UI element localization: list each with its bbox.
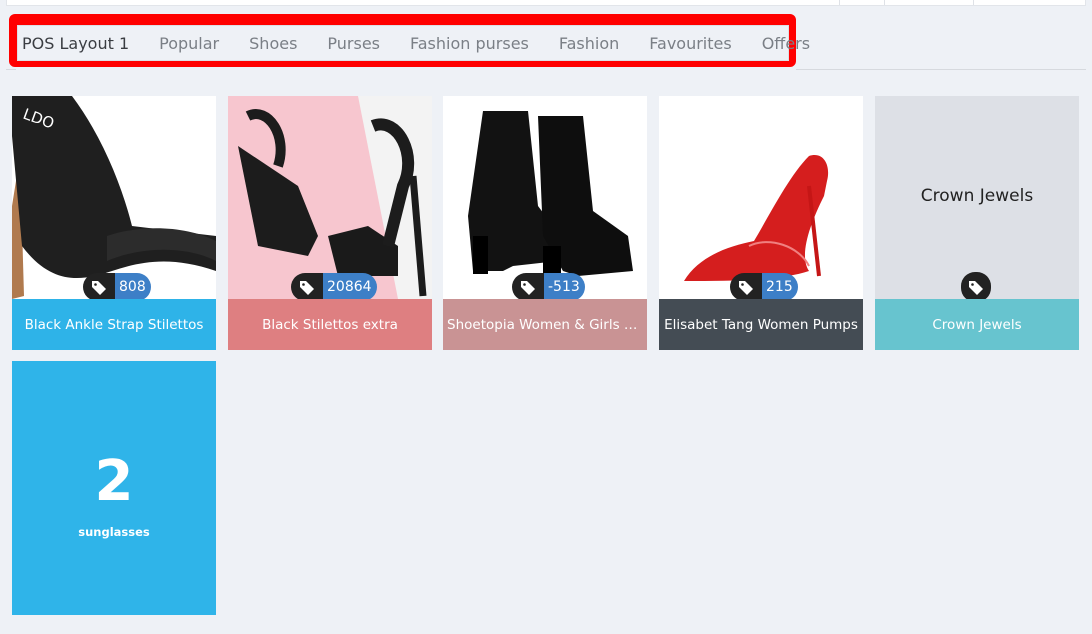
category-count: 2 (94, 449, 134, 514)
price-badge: -513 (512, 273, 585, 301)
toolbar-divider (839, 0, 840, 5)
product-image (659, 96, 863, 299)
toolbar-divider (884, 0, 885, 5)
tab-offers[interactable]: Offers (762, 34, 810, 53)
tabs-underline (6, 69, 16, 70)
product-title: Crown Jewels (920, 186, 1034, 206)
tag-icon[interactable] (512, 273, 544, 301)
tag-icon[interactable] (961, 272, 991, 302)
product-name: Crown Jewels (932, 316, 1022, 333)
product-name: Black Ankle Strap Stilettos (24, 316, 204, 333)
category-tile-sunglasses[interactable]: 2 sunglasses (12, 361, 216, 615)
badge-value: -513 (544, 273, 585, 301)
price-badge (961, 272, 991, 302)
product-name: Elisabet Tang Women Pumps (664, 316, 858, 333)
product-card[interactable]: Crown Jewels Crown Jewels (875, 96, 1079, 350)
product-name-bar: Shoetopia Women & Girls L... (443, 299, 647, 350)
product-card[interactable]: 215 Elisabet Tang Women Pumps (659, 96, 863, 350)
product-name: Shoetopia Women & Girls L... (447, 316, 643, 333)
tab-fashion[interactable]: Fashion (559, 34, 619, 53)
price-badge: 20864 (291, 273, 377, 301)
tab-fashion-purses[interactable]: Fashion purses (410, 34, 529, 53)
tag-icon[interactable] (730, 273, 762, 301)
price-badge: 808 (83, 273, 151, 301)
tag-icon[interactable] (83, 273, 115, 301)
category-tabs: POS Layout 1 Popular Shoes Purses Fashio… (17, 25, 810, 61)
tabs-underline (796, 69, 1086, 70)
tab-popular[interactable]: Popular (159, 34, 219, 53)
product-card[interactable]: -513 Shoetopia Women & Girls L... (443, 96, 647, 350)
badge-value: 808 (115, 273, 151, 301)
badge-value: 20864 (323, 273, 377, 301)
category-label: sunglasses (78, 525, 150, 539)
product-image-placeholder: Crown Jewels (875, 96, 1079, 299)
tab-pos-layout-1[interactable]: POS Layout 1 (22, 34, 129, 53)
tab-shoes[interactable]: Shoes (249, 34, 297, 53)
product-name: Black Stilettos extra (262, 316, 398, 333)
top-toolbar-strip (6, 0, 1086, 6)
tab-purses[interactable]: Purses (327, 34, 380, 53)
product-image: LDO (12, 96, 216, 299)
product-name-bar: Black Stilettos extra (228, 299, 432, 350)
product-card[interactable]: LDO 808 Black Ankle Strap Stilettos (12, 96, 216, 350)
price-badge: 215 (730, 273, 798, 301)
product-card[interactable]: 20864 Black Stilettos extra (228, 96, 432, 350)
product-name-bar: Elisabet Tang Women Pumps (659, 299, 863, 350)
toolbar-divider (973, 0, 974, 5)
tag-icon[interactable] (291, 273, 323, 301)
badge-value: 215 (762, 273, 798, 301)
product-image (228, 96, 432, 299)
product-image (443, 96, 647, 299)
tab-favourites[interactable]: Favourites (649, 34, 731, 53)
product-name-bar: Black Ankle Strap Stilettos (12, 299, 216, 350)
product-name-bar: Crown Jewels (875, 299, 1079, 350)
